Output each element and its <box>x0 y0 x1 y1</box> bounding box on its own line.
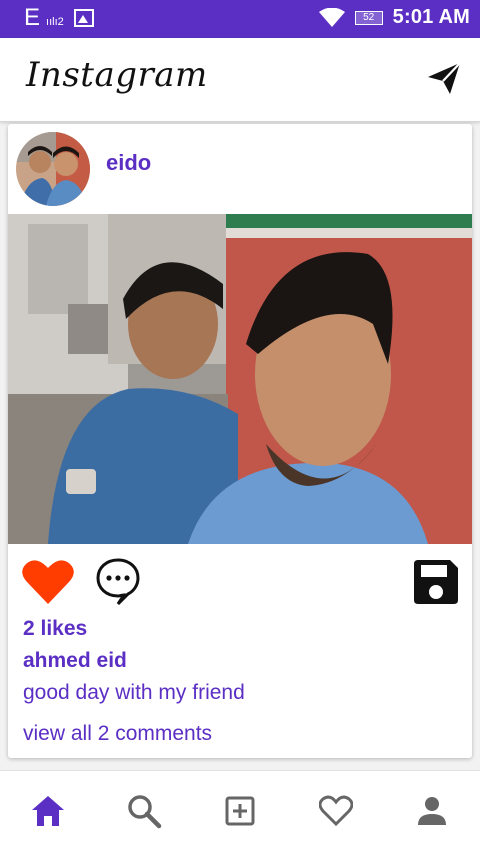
heart-icon <box>22 560 74 604</box>
avatar-photo <box>16 132 90 206</box>
search-icon <box>128 795 162 829</box>
nav-home[interactable] <box>28 791 68 831</box>
post-card: eido 2 likes ahmed eid good day with my … <box>8 124 472 758</box>
heart-outline-icon <box>319 795 353 827</box>
nav-activity[interactable] <box>316 791 356 831</box>
add-box-icon <box>225 796 255 826</box>
home-icon <box>32 796 64 826</box>
clock: 5:01 AM <box>392 6 470 28</box>
post-photo <box>8 214 472 544</box>
send-button[interactable] <box>424 58 464 98</box>
battery-indicator: 52 <box>354 10 383 25</box>
nav-search[interactable] <box>124 791 164 831</box>
nav-add[interactable] <box>220 791 260 831</box>
status-left: E ıılı2 <box>24 5 94 31</box>
app-bar: Instagram <box>0 38 480 122</box>
post-image <box>8 214 472 544</box>
post-caption: good day with my friend <box>23 681 245 704</box>
save-button[interactable] <box>412 556 460 606</box>
post-username[interactable]: eido <box>106 150 151 176</box>
post-author[interactable]: ahmed eid <box>23 649 127 673</box>
like-button[interactable] <box>22 558 74 606</box>
comment-button[interactable] <box>94 556 142 608</box>
status-bar: E ıılı2 52 5:01 AM <box>0 0 480 38</box>
image-notification-icon <box>73 9 94 27</box>
status-right: 52 5:01 AM <box>318 6 470 29</box>
likes-count: 2 likes <box>23 617 88 640</box>
person-icon <box>418 797 446 825</box>
avatar[interactable] <box>16 132 90 206</box>
send-icon <box>428 62 461 94</box>
post-actions <box>8 556 472 610</box>
comment-icon <box>96 558 140 606</box>
signal-indicator: ıılı2 <box>46 16 64 28</box>
view-comments-link[interactable]: view all 2 comments <box>23 722 212 746</box>
wifi-icon <box>318 7 345 27</box>
app-logo: Instagram <box>26 55 208 95</box>
network-type: E <box>24 4 41 31</box>
floppy-disk-icon <box>414 560 458 604</box>
nav-profile[interactable] <box>412 791 452 831</box>
bottom-nav <box>0 770 480 854</box>
